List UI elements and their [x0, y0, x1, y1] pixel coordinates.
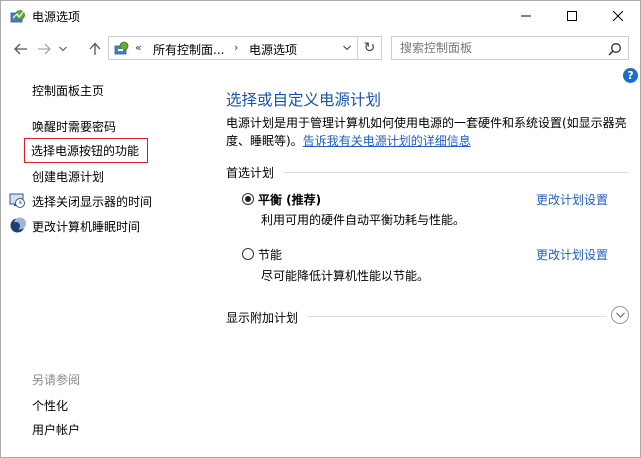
breadcrumb-control-panel[interactable]: 所有控制面...: [153, 41, 224, 58]
refresh-icon: ↻: [363, 40, 376, 56]
address-dropdown-button[interactable]: [339, 39, 355, 57]
moon-icon: [10, 217, 26, 233]
up-button[interactable]: [85, 39, 105, 59]
page-description: 电源计划是用于管理计算机如何使用电源的一套硬件和系统设置(如显示器亮度、睡眠等)…: [226, 114, 631, 150]
plan-power-saver-desc: 尽可能降低计算机性能以节能。: [261, 269, 430, 283]
refresh-button[interactable]: ↻: [358, 36, 382, 60]
window-title: 电源选项: [32, 10, 81, 24]
power-plan-info-link[interactable]: 告诉我有关电源计划的详细信息: [303, 134, 471, 148]
plan-power-saver-name[interactable]: 节能: [258, 246, 282, 263]
plan-balanced-desc: 利用可用的硬件自动平衡功耗与性能。: [261, 213, 466, 227]
sidebar-item-require-password[interactable]: 唤醒时需要密码: [32, 118, 116, 135]
power-options-window: 电源选项 « 所有控制面... › 电源选项 ↻ 搜索控制面板 ? 控制面板主页…: [0, 0, 641, 458]
sidebar-item-sleep-time[interactable]: 更改计算机睡眠时间: [32, 218, 140, 235]
control-panel-icon: [114, 41, 129, 55]
power-options-icon: [10, 10, 25, 23]
close-button[interactable]: [595, 1, 640, 31]
back-button[interactable]: [11, 39, 31, 59]
search-input[interactable]: [400, 39, 600, 57]
page-title: 选择或自定义电源计划: [226, 91, 382, 109]
search-icon[interactable]: [608, 42, 622, 56]
breadcrumb-separator[interactable]: ›: [234, 41, 238, 54]
plan-power-saver-radio[interactable]: [242, 248, 254, 260]
help-button[interactable]: ?: [623, 68, 638, 83]
plan-balanced-change-link[interactable]: 更改计划设置: [536, 191, 608, 208]
chevron-down-icon: [343, 45, 351, 51]
arrow-left-icon: [14, 43, 27, 55]
sidebar-item-power-button-function[interactable]: 选择电源按钮的功能: [24, 138, 149, 163]
chevron-down-icon: [615, 312, 625, 318]
arrow-up-icon: [89, 42, 101, 55]
section-divider: [284, 172, 629, 173]
recent-locations-button[interactable]: [56, 39, 70, 59]
forward-button[interactable]: [34, 39, 54, 59]
see-also-heading: 另请参阅: [32, 373, 81, 387]
control-panel-home-link[interactable]: 控制面板主页: [32, 82, 104, 99]
sidebar-item-create-plan[interactable]: 创建电源计划: [32, 168, 104, 185]
section-divider: [308, 316, 606, 317]
chevron-down-icon: [59, 46, 67, 52]
close-icon: [613, 11, 623, 21]
minimize-icon: [521, 15, 531, 17]
address-overflow[interactable]: «: [135, 41, 142, 54]
expand-additional-plans-button[interactable]: [611, 306, 629, 324]
plan-power-saver-change-link[interactable]: 更改计划设置: [536, 246, 608, 263]
maximize-button[interactable]: [549, 1, 595, 31]
minimize-button[interactable]: [503, 1, 549, 31]
address-bar[interactable]: « 所有控制面... › 电源选项: [108, 36, 358, 60]
breadcrumb-power-options[interactable]: 电源选项: [249, 41, 297, 58]
sidebar-item-display-off-time[interactable]: 选择关闭显示器的时间: [32, 193, 152, 210]
preferred-plans-heading: 首选计划: [226, 166, 275, 180]
title-bar: 电源选项: [1, 1, 640, 31]
arrow-right-icon: [38, 43, 51, 55]
see-also-user-accounts[interactable]: 用户帐户: [32, 421, 80, 438]
monitor-clock-icon: [9, 193, 25, 208]
plan-balanced-radio[interactable]: [242, 193, 254, 205]
maximize-icon: [567, 11, 577, 21]
plan-balanced-name[interactable]: 平衡 (推荐): [258, 191, 321, 208]
additional-plans-heading[interactable]: 显示附加计划: [226, 309, 298, 326]
search-box[interactable]: [391, 36, 629, 60]
see-also-personalization[interactable]: 个性化: [32, 397, 68, 414]
